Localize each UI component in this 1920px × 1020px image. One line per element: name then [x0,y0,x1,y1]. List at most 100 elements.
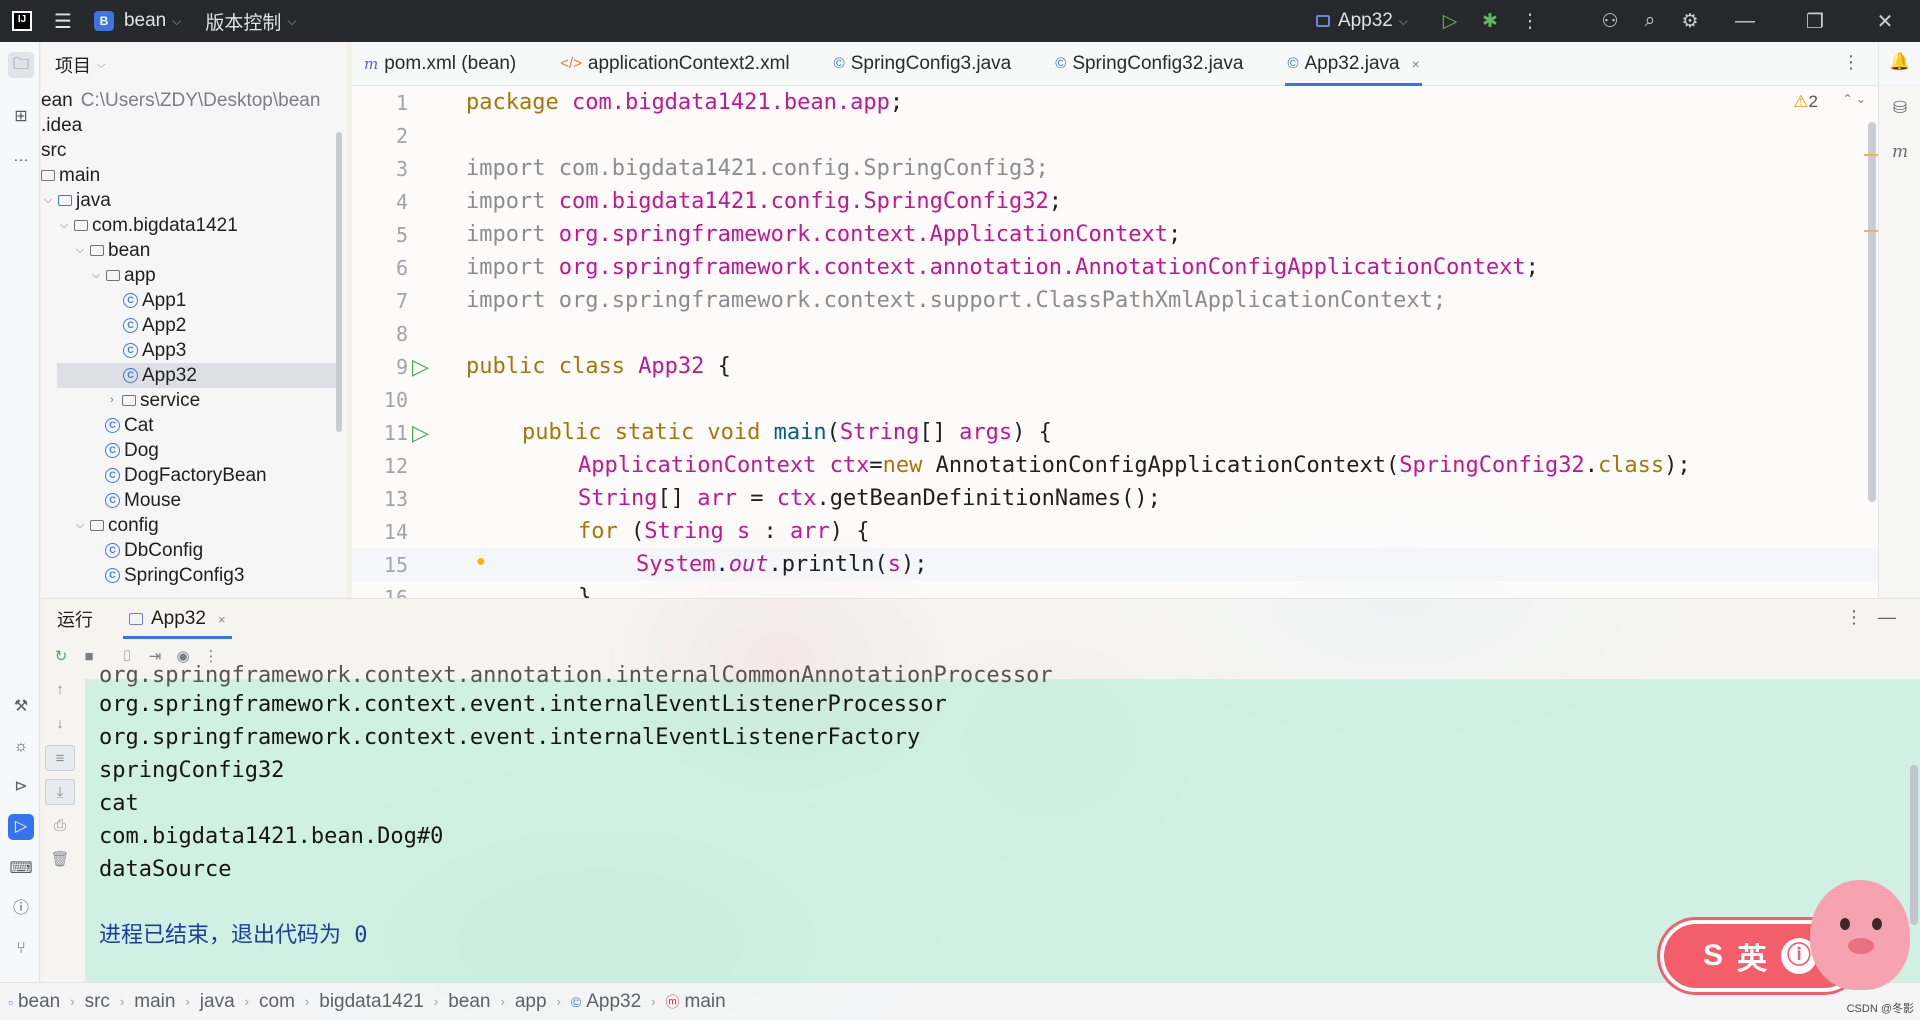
close-icon[interactable]: × [1412,56,1420,72]
chevron-down-icon[interactable]: ⌵ [41,188,55,213]
run-gutter-icon[interactable]: ▷ [412,356,434,378]
console-output[interactable]: org.springframework.context.annotation.i… [85,663,1920,983]
keyword-token: import [466,255,559,280]
search-icon[interactable]: ⌕ [1630,10,1670,32]
more-actions-icon[interactable]: ⋮ [1510,10,1550,33]
tab-app32-java[interactable]: © App32.java × [1275,42,1431,86]
soft-wrap-icon[interactable]: ≡ [45,745,75,771]
more-tools-icon[interactable]: … [8,144,34,170]
tab-springconfig3-java[interactable]: © SpringConfig3.java [822,42,1024,86]
breadcrumb-label: java [199,990,235,1012]
maven-icon[interactable]: m [1887,142,1913,162]
tab-more-icon[interactable]: ⋮ [1842,52,1860,73]
tree-item-service[interactable]: › service [105,388,200,413]
lightbulb-icon[interactable]: ● [476,553,486,571]
run-panel-options[interactable]: ⋮ — [1845,607,1896,628]
tab-pom-xml[interactable]: m pom.xml (bean) [352,42,528,86]
terminal-icon[interactable]: ⌨ [8,856,34,882]
close-window-button[interactable]: ✕ [1850,9,1920,34]
tree-item-idea[interactable]: .idea [41,113,82,138]
breadcrumb-item[interactable]: com › [259,991,319,1013]
var-token: s [736,519,751,544]
tree-item-main[interactable]: main [41,163,100,188]
tree-item-com-bigdata1421[interactable]: ⌵ com.bigdata1421 [57,213,238,238]
tab-applicationcontext2-xml[interactable]: </> applicationContext2.xml [548,42,801,86]
tree-item-springconfig3[interactable]: C SpringConfig3 [105,563,244,588]
scroll-marker[interactable] [1864,230,1878,232]
chevron-down-icon[interactable]: ⌵ [89,263,103,288]
run-icon[interactable]: ▷ [1430,10,1470,33]
notifications-icon[interactable]: 🔔 [1887,52,1913,72]
tree-item-src[interactable]: src [41,138,66,163]
breadcrumb-item[interactable]: app › [515,991,571,1013]
warning-icon: ⚠ [1793,92,1809,111]
tree-item-cat[interactable]: C Cat [105,413,154,438]
chevron-down-icon[interactable]: ⌵ [73,513,87,538]
breadcrumb-item[interactable]: java › [200,991,259,1013]
tree-item-app3[interactable]: C App3 [123,338,186,363]
breadcrumb-item[interactable]: src › [85,991,135,1013]
build-hammer-icon[interactable]: ⚒ [8,694,34,720]
tree-item-app2[interactable]: C App2 [123,313,186,338]
tree-item-app[interactable]: ⌵ app [89,263,156,288]
code-editor[interactable]: 1 2 3 4 5 6 7 8 9 10 11 12 13 14 15 16 ▷… [352,86,1878,598]
chevron-down-icon[interactable]: ⌵ [73,238,87,263]
tree-item-dbconfig[interactable]: C DbConfig [105,538,203,563]
tree-item-app32[interactable]: C App32 [57,363,337,388]
project-panel-header[interactable]: 项目 ⌵ [41,42,346,88]
inspection-nav[interactable]: ⌃ ⌄ [1843,92,1866,106]
tree-item-dogfactorybean[interactable]: C DogFactoryBean [105,463,267,488]
tree-item-dog[interactable]: C Dog [105,438,159,463]
chevron-down-icon[interactable]: ⌵ [57,213,71,238]
chevron-right-icon[interactable]: › [105,388,119,413]
run-tab-app32[interactable]: App32 × [123,599,232,639]
add-user-icon[interactable]: ⚇ [1590,10,1630,33]
clear-trash-icon[interactable]: 🗑 [45,847,75,873]
scroll-marker[interactable] [1864,154,1878,156]
minimize-button[interactable]: — [1710,10,1780,33]
scroll-up-icon[interactable]: ↑ [45,677,75,703]
debug-icon[interactable]: ✱ [1470,10,1510,33]
project-scrollbar[interactable] [336,132,342,432]
database-icon[interactable]: ⛁ [1887,98,1913,118]
tree-item-mouse[interactable]: C Mouse [105,488,181,513]
warnings-indicator[interactable]: ⚠2 [1793,92,1818,112]
ide-logo-icon[interactable]: IJ [12,11,32,31]
scroll-down-icon[interactable]: ↓ [45,711,75,737]
editor-tab-bar: m pom.xml (bean) </> applicationContext2.x… [352,42,1920,86]
vcs-menu[interactable]: 版本控制 ⌵ [205,8,296,35]
scroll-to-end-icon[interactable]: ⤓ [45,779,75,805]
breadcrumb-item[interactable]: bigdata1421 › [319,991,448,1013]
line-number: 13 [383,487,408,511]
chevron-right-icon: › [433,994,439,1009]
settings-gear-icon[interactable]: ⚙ [1670,10,1710,33]
debug-bug-icon[interactable]: ☼ [8,734,34,760]
breadcrumb-item[interactable]: bean › [448,991,515,1013]
vcs-label: 版本控制 [205,12,282,34]
git-icon[interactable]: ⑂ [8,936,34,962]
breadcrumb-item[interactable]: main › [134,991,200,1013]
rerun-icon[interactable]: ↻ [47,647,75,665]
editor-scrollbar[interactable] [1868,122,1876,502]
print-icon[interactable]: ⎙ [45,813,75,839]
services-icon[interactable]: ⊳ [8,774,34,800]
run-config-selector[interactable]: App32 ⌵ [1315,10,1408,32]
run-gutter-icon[interactable]: ▷ [412,422,434,444]
breadcrumb-item[interactable]: ▫ bean › [8,991,85,1013]
problems-icon[interactable]: ⓘ [8,896,34,922]
main-menu-icon[interactable]: ☰ [54,9,72,34]
tab-springconfig32-java[interactable]: © SpringConfig32.java [1043,42,1255,86]
maximize-button[interactable]: ❐ [1780,9,1850,34]
tree-item-app1[interactable]: C App1 [123,288,186,313]
tree-item-java[interactable]: ⌵ java [41,188,111,213]
run-tool-icon[interactable]: ▷ [8,814,34,840]
breadcrumb-item[interactable]: © App32 › [571,991,666,1013]
project-switcher[interactable]: bean ⌵ [114,10,181,32]
structure-tool-icon[interactable]: ⊞ [8,104,34,130]
tree-item-bean[interactable]: ⌵ bean [73,238,150,263]
project-tool-icon[interactable]: 🗀 [8,52,34,78]
close-icon[interactable]: × [218,612,226,627]
breadcrumb-item[interactable]: ⓜ main [666,991,726,1013]
tree-item-config[interactable]: ⌵ config [73,513,159,538]
tree-root[interactable]: ean C:\Users\ZDY\Desktop\bean [41,88,320,113]
